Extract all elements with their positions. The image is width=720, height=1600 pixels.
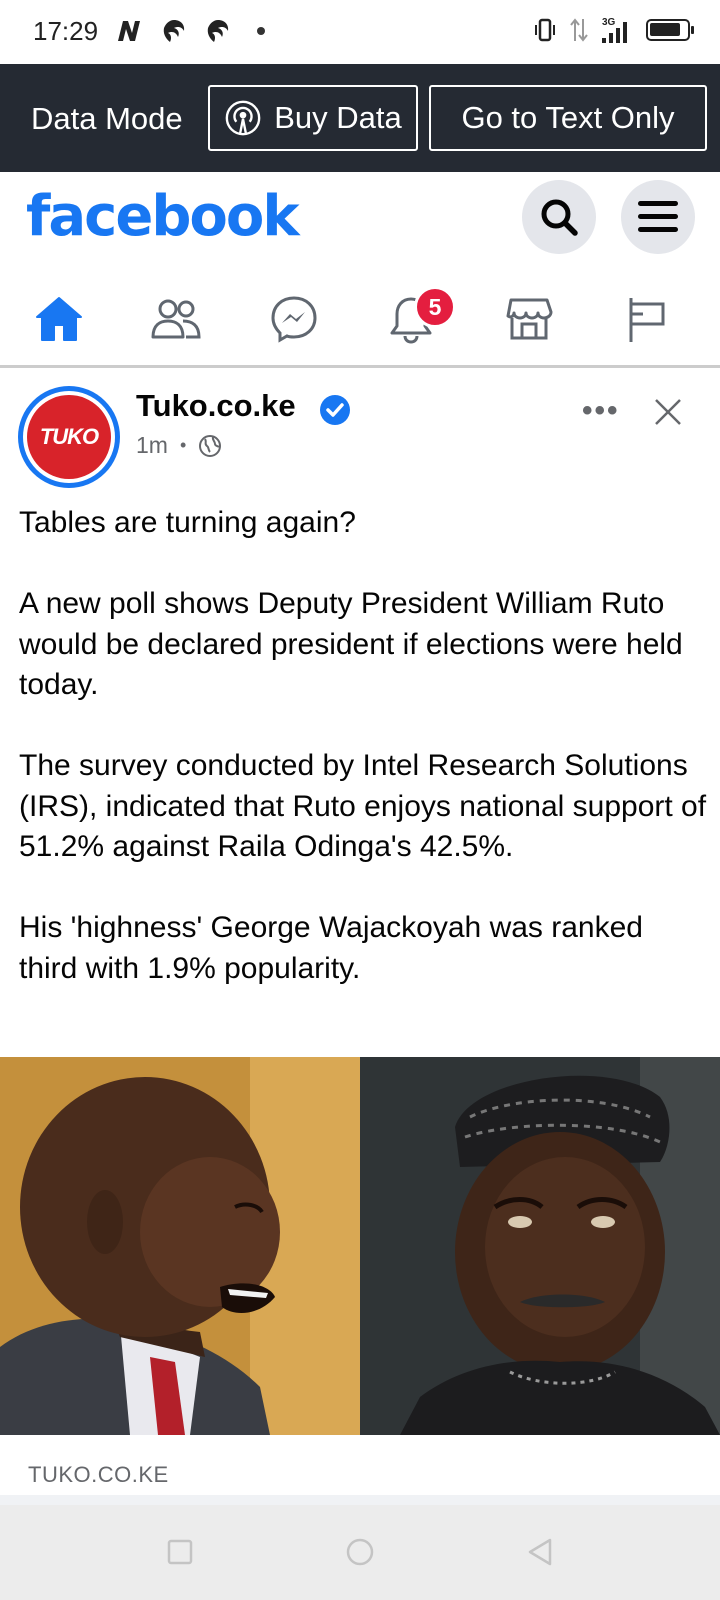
home-icon [36, 297, 82, 341]
notification-badge: 5 [414, 286, 456, 328]
portrait-left-illustration [0, 1057, 360, 1435]
data-mode-bar: Data Mode Buy Data Go to Text Only [0, 64, 720, 172]
menu-button[interactable] [621, 180, 695, 254]
meta-separator: • [179, 435, 187, 455]
text-only-button[interactable]: Go to Text Only [429, 85, 707, 151]
facebook-header: facebook [0, 172, 720, 272]
portrait-left [0, 1057, 360, 1435]
tab-pages[interactable] [611, 284, 681, 354]
n-app-icon [118, 21, 140, 41]
tab-notifications[interactable]: 5 [376, 284, 456, 354]
post-paragraph: Tables are turning again? [19, 506, 356, 539]
search-button[interactable] [522, 180, 596, 254]
marketplace-icon [506, 298, 553, 340]
data-mode-label: Data Mode [31, 101, 183, 136]
status-system-icons: 3G [532, 16, 694, 44]
broadcast-icon [225, 100, 261, 136]
portrait-right-illustration [360, 1057, 720, 1435]
tab-messenger[interactable] [259, 284, 329, 354]
battery-icon [646, 19, 694, 41]
globe-icon [199, 434, 222, 457]
menu-icon [638, 201, 678, 232]
home-nav-button[interactable] [340, 1532, 380, 1572]
circle-icon [346, 1538, 374, 1566]
signal-icon: 3G [602, 17, 627, 43]
notification-dot [257, 27, 265, 35]
data-arrows-icon [570, 18, 588, 42]
link-domain[interactable]: TUKO.CO.KE [28, 1462, 169, 1488]
text-only-label: Go to Text Only [461, 100, 675, 135]
flag-icon [629, 298, 665, 342]
author-name[interactable]: Tuko.co.ke [136, 388, 296, 424]
tab-marketplace[interactable] [494, 284, 564, 354]
friends-icon [151, 299, 201, 339]
buy-data-button[interactable]: Buy Data [208, 85, 418, 151]
post-paragraph: The survey conducted by Intel Research S… [19, 749, 707, 863]
tab-friends[interactable] [141, 284, 211, 354]
post-header: TUKO Tuko.co.ke 1m • ••• [0, 370, 720, 490]
avatar-logo: TUKO [27, 395, 111, 479]
post-paragraph: His 'highness' George Wajackoyah was ran… [19, 911, 643, 985]
buy-data-label: Buy Data [274, 100, 402, 135]
tab-home[interactable] [24, 284, 94, 354]
android-nav-bar [0, 1505, 720, 1600]
recents-button[interactable] [160, 1532, 200, 1572]
swirl-app-icon [163, 20, 185, 42]
post-text: Tables are turning again? A new poll sho… [19, 503, 709, 1030]
nav-tabs: 5 [0, 272, 720, 368]
battery-fill [650, 23, 680, 36]
status-app-icons [115, 18, 265, 44]
avatar[interactable]: TUKO [18, 386, 120, 488]
swirl-app-icon [207, 20, 229, 42]
network-type: 3G [602, 17, 616, 28]
post-time[interactable]: 1m [136, 432, 168, 459]
vibrate-icon [535, 18, 555, 42]
verified-icon [320, 395, 350, 425]
search-icon [541, 199, 578, 236]
status-bar: 17:29 3G [0, 0, 720, 64]
facebook-logo[interactable]: facebook [26, 184, 300, 249]
back-triangle-icon [528, 1538, 552, 1566]
close-icon[interactable] [650, 394, 686, 430]
post-image[interactable] [0, 1057, 720, 1435]
post-meta: 1m • [136, 432, 222, 459]
post-paragraph: A new poll shows Deputy President Willia… [19, 587, 683, 701]
messenger-icon [271, 296, 317, 343]
more-options-button[interactable]: ••• [582, 394, 620, 428]
portrait-right [360, 1057, 720, 1435]
link-title-cutoff [0, 1495, 720, 1505]
status-time: 17:29 [33, 16, 99, 46]
square-icon [167, 1539, 193, 1565]
back-button[interactable] [520, 1532, 560, 1572]
